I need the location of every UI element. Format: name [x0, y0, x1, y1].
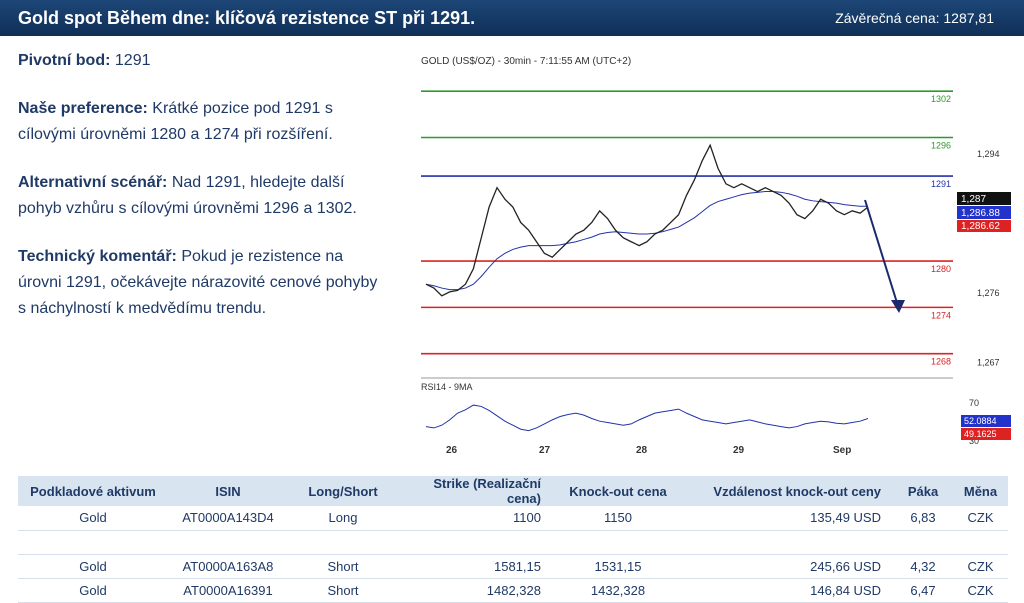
x-axis-label: 27 [539, 445, 551, 456]
last-price-label: 1,287 [961, 194, 986, 205]
table-cell: CZK [953, 554, 1008, 579]
level-label-1274: 1274 [931, 310, 951, 320]
closing-price: Závěrečná cena: 1287,81 [835, 10, 994, 26]
x-axis-label: 29 [733, 445, 745, 456]
rsi-label: RSI14 - 9MA [421, 382, 473, 392]
rsi-value-label: 52.0884 [964, 416, 997, 426]
x-axis-label: 26 [446, 445, 458, 456]
table-cell: 1482,328 [398, 578, 553, 603]
table-cell: 6,83 [893, 506, 953, 531]
table-cell [398, 530, 553, 555]
x-axis-label: Sep [833, 445, 851, 456]
table-cell: 146,84 USD [683, 578, 893, 603]
table-cell: Gold [18, 578, 168, 603]
technical-paragraph: Technický komentář: Pokud je rezistence … [18, 244, 388, 322]
table-header-cell: Vzdálenost knock-out ceny [683, 476, 893, 506]
level-label-1296: 1296 [931, 140, 951, 150]
table-cell: 1581,15 [398, 554, 553, 579]
table-cell: AT0000A163A8 [168, 554, 288, 579]
table-header-cell: Páka [893, 476, 953, 506]
table-cell: CZK [953, 506, 1008, 531]
table-cell: 4,32 [893, 554, 953, 579]
table-cell: AT0000A16391 [168, 578, 288, 603]
pivot-label: Pivotní bod: [18, 52, 111, 69]
table-cell: Gold [18, 506, 168, 531]
table-cell [288, 530, 398, 555]
level-label-1302: 1302 [931, 94, 951, 104]
y-tick-label: 1,267 [977, 357, 1000, 367]
table-header-cell: Měna [953, 476, 1008, 506]
table-header-cell: Long/Short [288, 476, 398, 506]
table-cell: Gold [18, 554, 168, 579]
table-cell [168, 530, 288, 555]
x-axis-label: 28 [636, 445, 648, 456]
table-cell: 1100 [398, 506, 553, 531]
rsi-tick-70: 70 [969, 398, 979, 408]
table-header-cell: ISIN [168, 476, 288, 506]
alternative-label: Alternativní scénář: [18, 174, 168, 191]
preference-paragraph: Naše preference: Krátké pozice pod 1291 … [18, 96, 388, 148]
table-cell: 135,49 USD [683, 506, 893, 531]
gold-chart: GOLD (US$/OZ) - 30min - 7:11:55 AM (UTC+… [413, 48, 1013, 458]
products-table: Podkladové aktivum ISIN Long/Short Strike (… [18, 476, 1008, 603]
table-cell: AT0000A143D4 [168, 506, 288, 531]
table-row [18, 530, 1008, 555]
level-label-1291: 1291 [931, 179, 951, 189]
ma2-value-label: 1,286.62 [961, 221, 1000, 232]
table-cell: 6,47 [893, 578, 953, 603]
level-label-1268: 1268 [931, 357, 951, 367]
rsi-ma-value-label: 49.1625 [964, 429, 997, 439]
table-cell [893, 530, 953, 555]
y-tick-label: 1,294 [977, 149, 1000, 159]
table-header-cell: Strike (Realizační cena) [398, 476, 553, 506]
table-row: Gold AT0000A143D4 Long 1100 1150 135,49 USD 6,… [18, 506, 1008, 531]
table-cell: Short [288, 554, 398, 579]
pivot-value: 1291 [114, 52, 151, 69]
y-tick-label: 1,276 [977, 288, 1000, 298]
table-cell: CZK [953, 578, 1008, 603]
chart-instrument-label: GOLD (US$/OZ) - 30min - 7:11:55 AM (UTC+… [421, 56, 631, 67]
table-header-row: Podkladové aktivum ISIN Long/Short Strike (… [18, 476, 1008, 506]
ma-value-label: 1,286.88 [961, 208, 1000, 219]
table-cell [18, 530, 168, 555]
table-row: Gold AT0000A16391 Short 1482,328 1432,328 146… [18, 578, 1008, 603]
table-cell [553, 530, 683, 555]
table-cell [953, 530, 1008, 555]
preference-label: Naše preference: [18, 100, 148, 117]
table-cell: 1531,15 [553, 554, 683, 579]
header-bar: Gold spot Během dne: klíčová rezistence … [0, 0, 1024, 36]
table-header-cell: Knock-out cena [553, 476, 683, 506]
pivot-paragraph: Pivotní bod: 1291 [18, 48, 388, 74]
table-cell: Long [288, 506, 398, 531]
table-cell: 1432,328 [553, 578, 683, 603]
table-cell: Short [288, 578, 398, 603]
level-label-1280: 1280 [931, 264, 951, 274]
table-header-cell: Podkladové aktivum [18, 476, 168, 506]
table-cell: 1150 [553, 506, 683, 531]
analysis-panel: Pivotní bod: 1291 Naše preference: Krátk… [18, 48, 388, 344]
table-cell: 245,66 USD [683, 554, 893, 579]
table-body: Gold AT0000A143D4 Long 1100 1150 135,49 USD 6,… [18, 506, 1008, 603]
technical-label: Technický komentář: [18, 248, 177, 265]
page-title: Gold spot Během dne: klíčová rezistence … [18, 8, 476, 28]
table-cell [683, 530, 893, 555]
alternative-paragraph: Alternativní scénář: Nad 1291, hledejte … [18, 170, 388, 222]
table-row: Gold AT0000A163A8 Short 1581,15 1531,15 245,6… [18, 554, 1008, 579]
